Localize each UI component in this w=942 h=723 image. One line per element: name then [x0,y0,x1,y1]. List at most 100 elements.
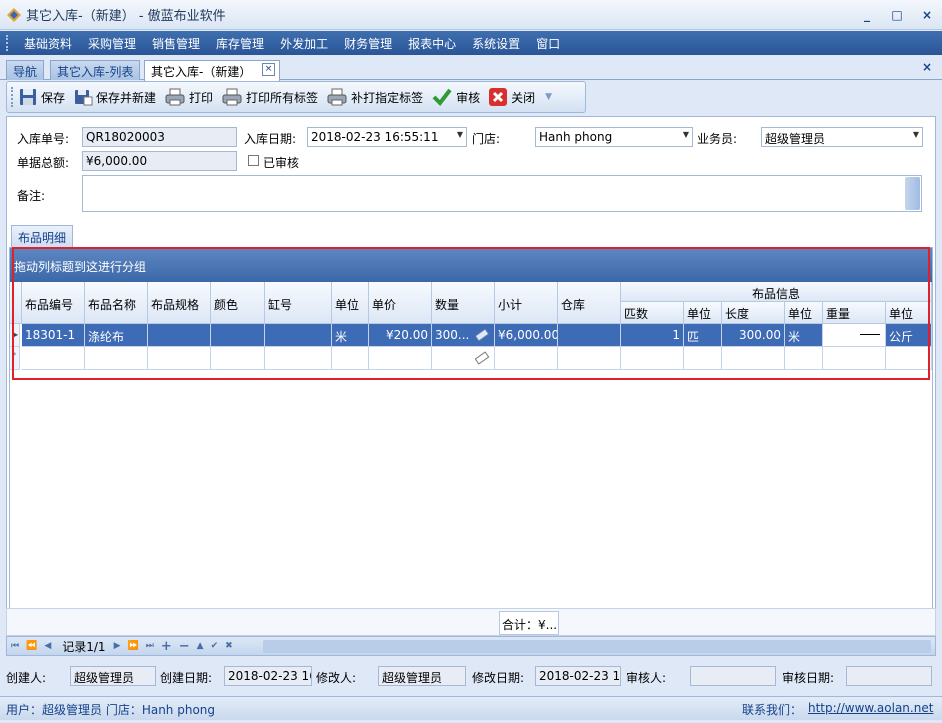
next-page-icon[interactable]: ⏩ [128,641,139,651]
print-button[interactable]: 打印 [164,87,213,107]
chevron-down-icon[interactable]: ▼ [683,130,689,139]
new-row-cell[interactable] [148,347,211,370]
column-header[interactable]: 单位 [886,302,932,324]
new-row-cell[interactable] [432,347,495,370]
cell-fabric-code[interactable]: 18301-1 [22,324,85,347]
menu-reports[interactable]: 报表中心 [400,35,464,52]
new-row-cell[interactable] [823,347,886,370]
close-button[interactable]: 关闭 [488,87,535,107]
website-link[interactable]: http://www.aolan.net [808,701,933,715]
new-row-cell[interactable] [785,347,823,370]
horizontal-scrollbar[interactable] [263,640,931,653]
chevron-down-icon[interactable]: ▼ [457,130,463,139]
save-button[interactable]: 保存 [18,87,65,107]
cell-fabric-name[interactable]: 涤纶布 [85,324,148,347]
toolbar-overflow-icon[interactable]: ▼ [545,92,552,102]
column-header[interactable]: 布品规格 [148,282,211,324]
new-row-cell[interactable] [722,347,785,370]
column-header[interactable]: 单位 [332,282,369,324]
date-field[interactable]: 2018-02-23 16:55:11 ▼ [307,127,467,147]
cell-weight-unit[interactable]: 公斤 [886,324,932,347]
confirm-edit-icon[interactable]: ✔ [211,641,219,651]
cell-length[interactable]: 300.00 [722,324,785,347]
column-header[interactable]: 缸号 [265,282,332,324]
tab-other-inbound-new[interactable]: 其它入库-（新建） [144,60,280,81]
menu-sales[interactable]: 销售管理 [144,35,208,52]
new-row-cell[interactable] [621,347,684,370]
cancel-edit-icon[interactable]: ✖ [225,641,233,651]
add-record-icon[interactable]: + [161,639,172,654]
new-row-cell[interactable] [265,347,332,370]
cell-vat-no[interactable] [265,324,332,347]
store-select[interactable]: Hanh phong ▼ [535,127,693,147]
new-row-cell[interactable] [684,347,722,370]
menu-finance[interactable]: 财务管理 [336,35,400,52]
cell-unit[interactable]: 米 [332,324,369,347]
edit-record-icon[interactable]: ▲ [197,641,204,651]
close-window-button[interactable]: × [912,8,942,22]
menu-purchase[interactable]: 采购管理 [80,35,144,52]
print-all-labels-button[interactable]: 打印所有标签 [221,87,318,107]
menu-window[interactable]: 窗口 [528,35,568,52]
cell-color[interactable] [211,324,265,347]
ruler-icon[interactable] [474,328,490,342]
close-panel-icon[interactable]: × [922,60,932,74]
column-header[interactable]: 数量 [432,282,495,324]
cell-fabric-spec[interactable] [148,324,211,347]
new-row-cell[interactable] [332,347,369,370]
prev-record-icon[interactable]: ◀ [44,641,51,651]
column-header[interactable]: 布品名称 [85,282,148,324]
tab-fabric-details[interactable]: 布品明细 [11,225,74,249]
cell-subtotal[interactable]: ¥6,000.00 [495,324,558,347]
delete-record-icon[interactable]: − [179,639,190,654]
column-header[interactable]: 布品编号 [22,282,85,324]
group-panel[interactable]: 拖动列标题到这进行分组 [10,248,932,282]
remark-input[interactable] [82,175,922,212]
column-header[interactable]: 仓库 [558,282,621,324]
menu-basic-data[interactable]: 基础资料 [16,35,80,52]
reprint-labels-button[interactable]: 补打指定标签 [326,87,423,107]
menu-settings[interactable]: 系统设置 [464,35,528,52]
ruler-icon[interactable] [474,351,490,365]
tab-other-inbound-list[interactable]: 其它入库-列表 [50,60,141,80]
new-row-cell[interactable] [558,347,621,370]
band-header-fabric-info[interactable]: 布品信息 [621,282,932,302]
menu-inventory[interactable]: 库存管理 [208,35,272,52]
cell-pieces[interactable]: 1 [621,324,684,347]
audited-checkbox[interactable] [248,155,259,166]
column-header[interactable]: 单位 [684,302,722,324]
new-row-cell[interactable] [211,347,265,370]
save-and-new-button[interactable]: 保存并新建 [73,87,156,107]
close-tab-icon[interactable]: × [262,63,275,76]
column-header[interactable]: 单价 [369,282,432,324]
column-header[interactable]: 颜色 [211,282,265,324]
staff-select[interactable]: 超级管理员 ▼ [761,127,923,147]
column-header[interactable]: 长度 [722,302,785,324]
cell-quantity[interactable]: 300... [432,324,495,347]
new-row-cell[interactable] [886,347,932,370]
first-record-icon[interactable]: ⏮ [11,641,19,651]
new-row-cell[interactable] [495,347,558,370]
last-record-icon[interactable]: ⏭ [146,641,154,651]
new-row-cell[interactable] [85,347,148,370]
cell-length-unit[interactable]: 米 [785,324,823,347]
column-header[interactable]: 重量 [823,302,886,324]
column-header[interactable]: 单位 [785,302,823,324]
minimize-button[interactable]: _ [852,8,882,22]
menu-outsourcing[interactable]: 外发加工 [272,35,336,52]
cell-weight-editor[interactable] [823,324,886,347]
cell-price[interactable]: ¥20.00 [369,324,432,347]
new-row-cell[interactable] [369,347,432,370]
new-row-cell[interactable] [22,347,85,370]
chevron-down-icon[interactable]: ▼ [913,130,919,139]
audit-button[interactable]: 审核 [431,87,480,107]
tab-navigation[interactable]: 导航 [6,60,45,80]
next-record-icon[interactable]: ▶ [114,641,121,651]
cell-piece-unit[interactable]: 匹 [684,324,722,347]
restore-button[interactable]: □ [882,8,912,22]
cell-warehouse[interactable] [558,324,621,347]
prev-page-icon[interactable]: ⏪ [26,641,37,651]
column-header[interactable]: 小计 [495,282,558,324]
column-header[interactable]: 匹数 [621,302,684,324]
scrollbar[interactable] [905,177,920,210]
